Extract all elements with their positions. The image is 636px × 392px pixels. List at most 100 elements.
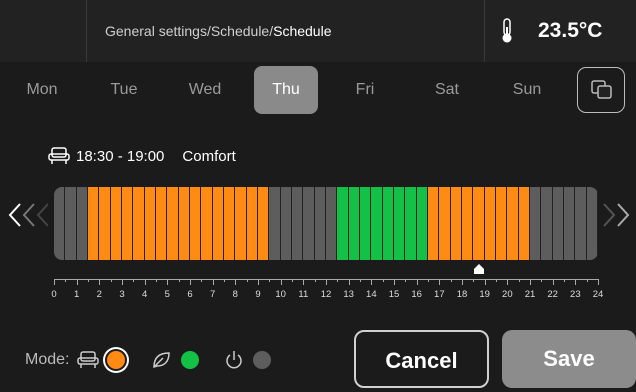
axis-tick — [518, 279, 520, 282]
save-button[interactable]: Save — [502, 330, 636, 388]
schedule-slot-eco[interactable] — [382, 187, 394, 260]
schedule-slot-off[interactable] — [575, 187, 587, 260]
schedule-slot-off[interactable] — [541, 187, 553, 260]
tab-mon[interactable]: Mon — [10, 66, 74, 114]
schedule-slot-off[interactable] — [552, 187, 564, 260]
temperature-display: 23.5°C — [486, 0, 636, 62]
schedule-slot-eco[interactable] — [360, 187, 372, 260]
schedule-slot-eco[interactable] — [337, 187, 349, 260]
axis-tick — [507, 279, 509, 285]
schedule-slot-comfort[interactable] — [201, 187, 213, 260]
schedule-slot-off[interactable] — [280, 187, 292, 260]
schedule-slot-comfort[interactable] — [246, 187, 258, 260]
tab-wed[interactable]: Wed — [173, 66, 237, 114]
schedule-slot-off[interactable] — [564, 187, 576, 260]
schedule-slot-comfort[interactable] — [99, 187, 111, 260]
tab-sat[interactable]: Sat — [415, 66, 479, 114]
axis-tick — [496, 279, 497, 282]
leaf-icon — [153, 352, 171, 369]
schedule-slot-comfort[interactable] — [122, 187, 134, 260]
schedule-slot-off[interactable] — [54, 187, 66, 260]
axis-tick — [258, 279, 259, 285]
axis-tick — [326, 279, 327, 285]
schedule-slot-comfort[interactable] — [167, 187, 179, 260]
eco-mode-dot[interactable] — [181, 351, 200, 369]
schedule-slot-comfort[interactable] — [178, 187, 190, 260]
tab-fri[interactable]: Fri — [333, 66, 397, 114]
copy-button[interactable] — [577, 67, 625, 113]
axis-label: 8 — [232, 289, 238, 300]
axis-label: 4 — [142, 289, 148, 300]
schedule-slot-off[interactable] — [292, 187, 304, 260]
schedule-slot-off[interactable] — [326, 187, 338, 260]
thermometer-icon — [502, 18, 512, 43]
schedule-slot-off[interactable] — [314, 187, 326, 260]
schedule-slot-eco[interactable] — [394, 187, 406, 260]
axis-label: 11 — [298, 289, 309, 300]
axis-tick — [110, 279, 112, 282]
breadcrumb-path[interactable]: General settings/Schedule/ — [105, 23, 273, 39]
slot-mode: Comfort — [182, 147, 236, 165]
schedule-slot-comfort[interactable] — [156, 187, 168, 260]
schedule-slot-off[interactable] — [530, 187, 542, 260]
axis-label: 21 — [524, 289, 536, 300]
axis-tick — [303, 279, 305, 285]
axis-tick — [575, 279, 577, 285]
comfort-mode-dot[interactable] — [107, 351, 126, 369]
tab-tue[interactable]: Tue — [92, 66, 156, 114]
schedule-slot-comfort[interactable] — [450, 187, 462, 260]
scroll-right-icon[interactable] — [600, 200, 636, 230]
schedule-slot-comfort[interactable] — [462, 187, 474, 260]
schedule-slot-comfort[interactable] — [88, 187, 100, 260]
tab-thu[interactable]: Thu — [254, 66, 318, 114]
axis-tick — [552, 279, 554, 285]
axis-label: 17 — [434, 289, 445, 300]
axis-label: 10 — [275, 289, 286, 300]
axis-tick — [65, 279, 67, 282]
axis-tick — [416, 279, 418, 285]
off-mode-dot[interactable] — [253, 351, 272, 369]
schedule-slot-comfort[interactable] — [224, 187, 236, 260]
schedule-slot-eco[interactable] — [405, 187, 417, 260]
axis-label: 2 — [96, 289, 102, 300]
schedule-slot-comfort[interactable] — [212, 187, 224, 260]
axis-tick — [280, 279, 282, 285]
axis-tick — [473, 279, 475, 282]
schedule-slot-eco[interactable] — [416, 187, 428, 260]
schedule-slot-comfort[interactable] — [144, 187, 156, 260]
back-area[interactable] — [0, 0, 87, 62]
tab-sun[interactable]: Sun — [495, 66, 559, 114]
hour-axis: 0 1 2 3 4 5 6 7 8 9 10 11 12 13 14 15 16 17 18 19 20 21 22 23 24 — [0, 271, 636, 305]
schedule-slot-comfort[interactable] — [133, 187, 145, 260]
schedule-slot-comfort[interactable] — [507, 187, 519, 260]
axis-label: 13 — [343, 289, 354, 300]
schedule-slot-off[interactable] — [303, 187, 315, 260]
schedule-slot-comfort[interactable] — [518, 187, 530, 260]
temperature-value: 23.5°C — [538, 19, 603, 42]
schedule-slot-comfort[interactable] — [258, 187, 270, 260]
schedule-slot-comfort[interactable] — [235, 187, 247, 260]
cancel-button[interactable]: Cancel — [354, 330, 489, 388]
schedule-slot-eco[interactable] — [371, 187, 383, 260]
schedule-slot-off[interactable] — [76, 187, 88, 260]
schedule-slot-comfort[interactable] — [190, 187, 202, 260]
schedule-slot-comfort[interactable] — [484, 187, 496, 260]
axis-label: 6 — [187, 289, 193, 300]
schedule-slot-comfort[interactable] — [110, 187, 122, 260]
top-bar: General settings/Schedule/Schedule 23.5°… — [0, 0, 636, 62]
schedule-slot-eco[interactable] — [348, 187, 360, 260]
schedule-slot-comfort[interactable] — [473, 187, 485, 260]
schedule-slot-comfort[interactable] — [428, 187, 440, 260]
schedule-bar[interactable] — [54, 187, 598, 260]
schedule-slot-off[interactable] — [586, 187, 598, 260]
schedule-slot-comfort[interactable] — [496, 187, 508, 260]
axis-tick — [246, 279, 248, 282]
schedule-slot-off[interactable] — [65, 187, 77, 260]
axis-tick — [428, 279, 429, 282]
scroll-left-icon[interactable] — [4, 200, 48, 230]
schedule-slot-off[interactable] — [269, 187, 281, 260]
breadcrumb: General settings/Schedule/Schedule — [87, 0, 485, 62]
schedule-slot-comfort[interactable] — [439, 187, 451, 260]
mode-label: Mode: — [25, 351, 70, 368]
axis-tick — [156, 279, 157, 282]
